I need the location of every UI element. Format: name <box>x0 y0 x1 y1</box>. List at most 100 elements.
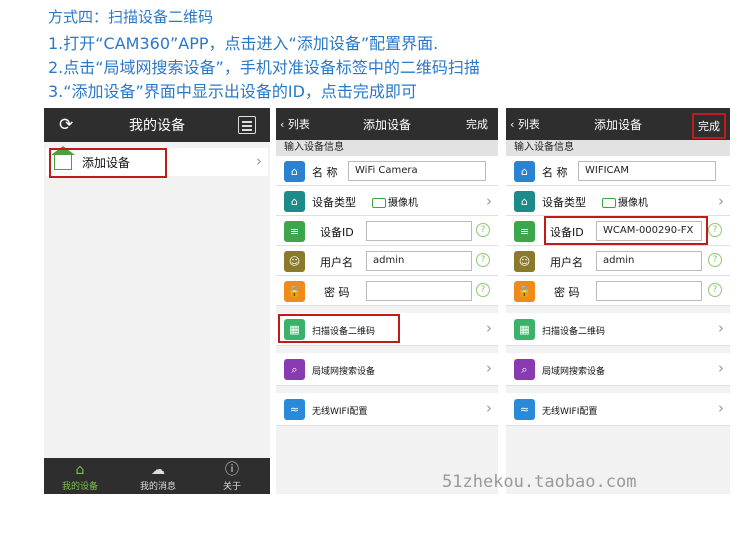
top-bar: ‹ 列表 添加设备 完成 <box>506 108 730 140</box>
chevron-right-icon: › <box>486 192 492 210</box>
password-label: 密 码 <box>554 286 580 299</box>
tab-about[interactable]: ⓘ 关于 <box>202 461 262 492</box>
scan-qr-row[interactable]: ▦ 扫描设备二维码 › <box>276 313 498 346</box>
type-value-text: 摄像机 <box>618 198 648 209</box>
name-input[interactable]: WiFi Camera <box>348 161 486 181</box>
tab-label: 我的设备 <box>61 482 98 492</box>
chevron-right-icon: › <box>486 319 492 337</box>
wifi-config-row[interactable]: ≈ 无线WIFI配置 › <box>276 393 498 426</box>
lock-icon: 🔒 <box>514 281 535 302</box>
help-icon[interactable]: ? <box>476 223 490 237</box>
home-icon: ⌂ <box>75 462 85 478</box>
id-input[interactable] <box>366 221 472 241</box>
section-header: 输入设备信息 <box>506 140 730 156</box>
wifi-icon: ≈ <box>284 399 305 420</box>
tab-my-messages[interactable]: ☁ 我的消息 <box>128 461 188 492</box>
id-label: 设备ID <box>320 226 354 239</box>
tab-my-devices[interactable]: ⌂ 我的设备 <box>50 461 110 492</box>
done-button[interactable]: 完成 <box>466 116 488 132</box>
instruction-step-3: 3.“添加设备”界面中显示出设备的ID，点击完成即可 <box>48 82 417 101</box>
chevron-right-icon: › <box>486 399 492 417</box>
search-icon: ⌕ <box>284 359 305 380</box>
type-value: 摄像机 <box>602 194 648 209</box>
scan-qr-label: 扫描设备二维码 <box>542 327 606 337</box>
layers-icon: ≡ <box>284 221 305 242</box>
id-row: ≡ 设备ID WCAM-000290-FX ? <box>506 216 730 246</box>
top-bar: ⟳ 我的设备 <box>44 108 270 142</box>
cloud-icon: ☁ <box>151 462 165 478</box>
type-label: 设备类型 <box>312 196 356 209</box>
house-icon: ⌂ <box>514 191 535 212</box>
house-icon: ⌂ <box>284 191 305 212</box>
search-icon: ⌕ <box>514 359 535 380</box>
home-icon: ⌂ <box>284 161 305 182</box>
type-row[interactable]: ⌂ 设备类型 摄像机 › <box>276 186 498 216</box>
password-label: 密 码 <box>324 286 350 299</box>
camera-icon <box>602 198 616 208</box>
username-input[interactable]: admin <box>596 251 702 271</box>
chevron-right-icon: › <box>718 399 724 417</box>
instruction-title: 方式四：扫描设备二维码 <box>48 8 214 26</box>
username-row: ☺ 用户名 admin ? <box>276 246 498 276</box>
wifi-config-label: 无线WIFI配置 <box>542 407 598 417</box>
name-label: 名 称 <box>542 166 568 179</box>
layers-icon: ≡ <box>514 221 535 242</box>
username-row: ☺ 用户名 admin ? <box>506 246 730 276</box>
tab-label: 关于 <box>222 482 241 492</box>
done-button[interactable]: 完成 <box>692 113 726 139</box>
password-input[interactable] <box>366 281 472 301</box>
instruction-step-1: 1.打开“CAM360”APP，点击进入“添加设备”配置界面. <box>48 34 439 53</box>
list-icon[interactable] <box>238 116 256 134</box>
user-icon: ☺ <box>284 251 305 272</box>
phone-screen-add-device-empty: ‹ 列表 添加设备 完成 输入设备信息 ⌂ 名 称 WiFi Camera ⌂ … <box>276 108 498 494</box>
name-input[interactable]: WIFICAM <box>578 161 716 181</box>
user-icon: ☺ <box>514 251 535 272</box>
screen-title: 我的设备 <box>129 118 185 134</box>
camera-icon <box>372 198 386 208</box>
highlight-box <box>544 216 708 245</box>
help-icon[interactable]: ? <box>708 283 722 297</box>
lan-search-row[interactable]: ⌕ 局域网搜索设备 › <box>276 353 498 386</box>
qr-code-icon: ▦ <box>514 319 535 340</box>
info-icon: ⓘ <box>225 462 239 478</box>
password-row: 🔒 密 码 ? <box>276 276 498 306</box>
instruction-step-2: 2.点击“局域网搜索设备”，手机对准设备标签中的二维码扫描 <box>48 58 480 77</box>
highlight-box <box>278 314 400 343</box>
lan-search-row[interactable]: ⌕ 局域网搜索设备 › <box>506 353 730 386</box>
wifi-icon: ≈ <box>514 399 535 420</box>
bottom-tab-bar: ⌂ 我的设备 ☁ 我的消息 ⓘ 关于 <box>44 458 270 494</box>
chevron-right-icon: › <box>256 152 262 170</box>
watermark: 51zhekou.taobao.com <box>442 472 637 492</box>
type-value: 摄像机 <box>372 194 418 209</box>
chevron-right-icon: › <box>718 319 724 337</box>
username-input[interactable]: admin <box>366 251 472 271</box>
phone-screen-my-devices: ⟳ 我的设备 添加设备 › ⌂ 我的设备 ☁ 我的消息 ⓘ 关于 <box>44 108 270 494</box>
lan-search-label: 局域网搜索设备 <box>312 367 376 377</box>
scan-qr-row[interactable]: ▦ 扫描设备二维码 › <box>506 313 730 346</box>
name-row: ⌂ 名 称 WIFICAM <box>506 156 730 186</box>
type-row[interactable]: ⌂ 设备类型 摄像机 › <box>506 186 730 216</box>
help-icon[interactable]: ? <box>708 223 722 237</box>
add-device-row[interactable]: 添加设备 › <box>46 146 268 178</box>
section-header: 输入设备信息 <box>276 140 498 156</box>
highlight-box <box>49 148 167 178</box>
help-icon[interactable]: ? <box>476 283 490 297</box>
help-icon[interactable]: ? <box>708 253 722 267</box>
help-icon[interactable]: ? <box>476 253 490 267</box>
type-value-text: 摄像机 <box>388 198 418 209</box>
lock-icon: 🔒 <box>284 281 305 302</box>
home-icon: ⌂ <box>514 161 535 182</box>
password-input[interactable] <box>596 281 702 301</box>
username-label: 用户名 <box>320 256 353 269</box>
tab-label: 我的消息 <box>139 482 176 492</box>
phone-screen-add-device-filled: ‹ 列表 添加设备 完成 输入设备信息 ⌂ 名 称 WIFICAM ⌂ 设备类型… <box>506 108 730 494</box>
top-bar: ‹ 列表 添加设备 完成 <box>276 108 498 140</box>
screen-title: 添加设备 <box>362 118 411 132</box>
wifi-config-row[interactable]: ≈ 无线WIFI配置 › <box>506 393 730 426</box>
type-label: 设备类型 <box>542 196 586 209</box>
password-row: 🔒 密 码 ? <box>506 276 730 306</box>
lan-search-label: 局域网搜索设备 <box>542 367 606 377</box>
name-label: 名 称 <box>312 166 338 179</box>
username-label: 用户名 <box>550 256 583 269</box>
name-row: ⌂ 名 称 WiFi Camera <box>276 156 498 186</box>
